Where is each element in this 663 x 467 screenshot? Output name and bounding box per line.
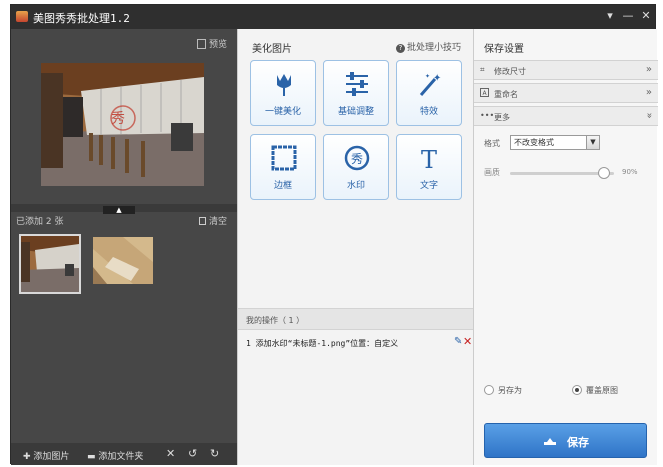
clear-button[interactable]: 清空 bbox=[198, 214, 227, 227]
add-folder-label: 添加文件夹 bbox=[98, 452, 144, 462]
accordion-more[interactable]: ••• 更多 » bbox=[474, 106, 658, 126]
preview-button[interactable]: 预览 bbox=[196, 37, 227, 50]
tool-border[interactable]: 边框 bbox=[250, 134, 316, 200]
tool-one-click-beautify[interactable]: 一键美化 bbox=[250, 60, 316, 126]
beautify-section-title: 美化图片 bbox=[252, 44, 292, 55]
tool-basic-adjust[interactable]: 基础调整 bbox=[323, 60, 389, 126]
watermark-stamp-icon: 秀 bbox=[324, 145, 388, 171]
save-icon bbox=[543, 435, 557, 446]
batch-tips-link[interactable]: ? 批处理小技巧 bbox=[395, 40, 461, 53]
edit-icon[interactable]: ✎ bbox=[454, 336, 462, 347]
folder-icon: ▬ bbox=[87, 452, 96, 462]
save-settings-title: 保存设置 bbox=[484, 44, 524, 55]
accordion-label: 修改尺寸 bbox=[494, 67, 526, 76]
format-value: 不改变格式 bbox=[514, 138, 554, 147]
save-settings-panel: 保存设置 ⌗ 修改尺寸 » A 重命名 » ••• 更多 » 格式 不改变格式 … bbox=[473, 29, 658, 465]
add-image-button[interactable]: ✚ 添加图片 bbox=[23, 449, 69, 462]
image-list-panel: 预览 秀 ▲ 已添加 2 张 清空 ✚ 添加图片 ▬ 添加文件夹 ✕ ↺ ↻ bbox=[11, 29, 237, 465]
tool-label: 水印 bbox=[346, 181, 365, 191]
preview-label: 预览 bbox=[208, 40, 227, 50]
svg-text:秀: 秀 bbox=[351, 152, 363, 166]
svg-text:T: T bbox=[421, 146, 437, 171]
plus-icon: ✚ bbox=[23, 452, 31, 462]
format-label: 格式 bbox=[484, 139, 500, 148]
overwrite-label: 覆盖原图 bbox=[586, 386, 618, 395]
chevron-right-icon: » bbox=[645, 64, 652, 75]
add-folder-button[interactable]: ▬ 添加文件夹 bbox=[87, 449, 143, 462]
save-label: 保存 bbox=[567, 436, 589, 449]
collapse-preview-button[interactable]: ▲ bbox=[103, 206, 135, 214]
tool-text[interactable]: T 文字 bbox=[396, 134, 462, 200]
magic-wand-icon: ✦ ✦ bbox=[397, 71, 461, 97]
clear-label: 清空 bbox=[208, 217, 227, 227]
beautify-panel: 美化图片 ? 批处理小技巧 一键美化 基础调整 ✦ ✦ 特效 边框 秀 水印 T… bbox=[237, 29, 474, 465]
tool-label: 特效 bbox=[419, 107, 438, 117]
dropdown-arrow-icon: ▼ bbox=[586, 136, 599, 149]
svg-text:✦: ✦ bbox=[433, 73, 441, 84]
thumbnail-selected[interactable] bbox=[19, 234, 81, 294]
radio-circle bbox=[484, 385, 494, 395]
delete-icon[interactable]: ✕ bbox=[166, 447, 175, 460]
title-bar: 美图秀秀批处理1.2 ▾ — ✕ bbox=[11, 5, 655, 29]
accordion-label: 更多 bbox=[494, 113, 510, 122]
svg-text:✦: ✦ bbox=[425, 73, 430, 80]
radio-circle-checked bbox=[572, 385, 582, 395]
quality-slider-knob[interactable] bbox=[597, 167, 610, 179]
my-operations-label: 我的操作（ 1 ） bbox=[246, 316, 305, 325]
feedback-icon[interactable]: ▾ bbox=[603, 9, 617, 23]
help-icon: ? bbox=[395, 44, 405, 53]
thumbnail-item[interactable] bbox=[93, 237, 153, 284]
accordion-rename[interactable]: A 重命名 » bbox=[474, 83, 658, 103]
delete-operation-icon[interactable]: ✕ bbox=[463, 335, 472, 348]
quality-value: 90% bbox=[622, 168, 638, 176]
tool-label: 基础调整 bbox=[337, 107, 374, 117]
save-as-radio[interactable]: 另存为 bbox=[484, 385, 522, 396]
window-title: 美图秀秀批处理1.2 bbox=[33, 12, 130, 25]
my-operations-header: 我的操作（ 1 ） bbox=[238, 308, 474, 330]
rotate-left-icon[interactable]: ↺ bbox=[188, 447, 197, 460]
frame-icon bbox=[251, 145, 315, 171]
operation-item: 1 添加水印“未标题-1.png”位置：自定义 bbox=[246, 339, 399, 348]
preview-image: 秀 bbox=[41, 63, 204, 186]
tips-label: 批处理小技巧 bbox=[406, 43, 461, 53]
more-dots-icon: ••• bbox=[480, 111, 495, 120]
accordion-label: 重命名 bbox=[494, 90, 518, 99]
save-button[interactable]: 保存 bbox=[484, 423, 647, 458]
tool-label: 一键美化 bbox=[264, 107, 301, 117]
tool-effects[interactable]: ✦ ✦ 特效 bbox=[396, 60, 462, 126]
overwrite-radio[interactable]: 覆盖原图 bbox=[572, 385, 618, 396]
app-window: 美图秀秀批处理1.2 ▾ — ✕ 预览 秀 ▲ 已添加 2 张 清空 ✚ 添加图… bbox=[10, 4, 658, 465]
save-as-label: 另存为 bbox=[498, 386, 522, 395]
close-icon[interactable]: ✕ bbox=[639, 9, 653, 23]
preview-icon bbox=[196, 39, 206, 49]
list-toolbar: ✚ 添加图片 ▬ 添加文件夹 ✕ ↺ ↻ bbox=[11, 443, 237, 465]
tool-watermark[interactable]: 秀 水印 bbox=[323, 134, 389, 200]
rename-icon: A bbox=[480, 88, 489, 97]
minimize-icon[interactable]: — bbox=[621, 9, 635, 23]
accordion-resize[interactable]: ⌗ 修改尺寸 » bbox=[474, 60, 658, 80]
trash-icon bbox=[198, 217, 206, 225]
crop-icon: ⌗ bbox=[480, 65, 485, 74]
app-logo-icon bbox=[16, 11, 28, 22]
chevron-right-icon: » bbox=[645, 87, 652, 98]
format-select[interactable]: 不改变格式 ▼ bbox=[510, 135, 600, 150]
tool-label: 文字 bbox=[419, 181, 438, 191]
chevron-down-icon: » bbox=[643, 112, 655, 119]
add-image-label: 添加图片 bbox=[33, 452, 70, 462]
sliders-icon bbox=[324, 71, 388, 97]
rotate-right-icon[interactable]: ↻ bbox=[210, 447, 219, 460]
text-t-icon: T bbox=[397, 145, 461, 174]
quality-label: 画质 bbox=[484, 168, 500, 177]
tool-label: 边框 bbox=[273, 181, 292, 191]
tulip-icon bbox=[251, 71, 315, 97]
added-count: 已添加 2 张 bbox=[16, 217, 64, 227]
